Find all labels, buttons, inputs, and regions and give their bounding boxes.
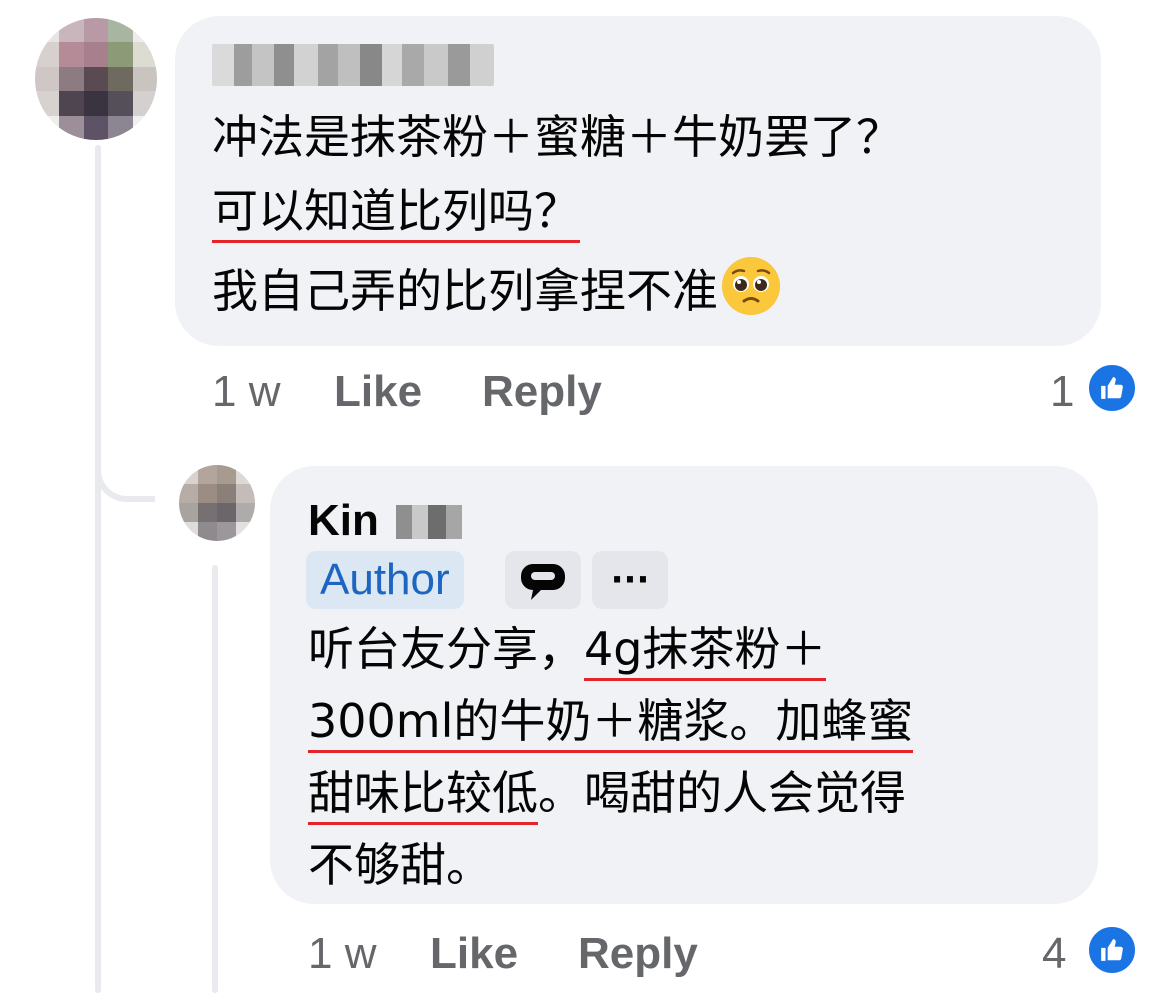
- thread-line: [95, 145, 101, 993]
- author-badge: Author: [306, 551, 464, 609]
- underlined-question: 可以知道比列吗？: [212, 184, 580, 243]
- reply-line-2: 300ml的牛奶＋糖浆。加蜂蜜: [308, 684, 914, 758]
- reply-button[interactable]: Reply: [482, 367, 602, 417]
- like-button[interactable]: Like: [430, 929, 518, 979]
- commenter-name[interactable]: [212, 44, 494, 86]
- author-surname-obscured: [396, 505, 462, 539]
- reaction-count[interactable]: 4: [1042, 929, 1066, 979]
- comment-line-3: 我自己弄的比列拿捏不准: [212, 254, 780, 328]
- comment-line-3-text: 我自己弄的比列拿捏不准: [212, 264, 718, 318]
- comment-line-1: 冲法是抹茶粉＋蜜糖＋牛奶罢了？: [212, 110, 902, 164]
- reply-line-3-text: 。喝甜的人会觉得: [538, 766, 906, 820]
- underlined-sweetness: 甜味比较低: [308, 766, 538, 825]
- pleading-face-emoji: [722, 257, 780, 315]
- reply-line-1-text: 听台友分享，: [308, 622, 584, 676]
- reply-button[interactable]: Reply: [578, 929, 698, 979]
- reply-line-3: 甜味比较低。喝甜的人会觉得: [308, 756, 906, 830]
- comment-line-2: 可以知道比列吗？: [212, 174, 580, 248]
- reply-timestamp[interactable]: 1 w: [308, 929, 376, 979]
- thumbs-up-icon[interactable]: [1086, 924, 1138, 976]
- underlined-ingredients: 300ml的牛奶＋糖浆。加蜂蜜: [308, 694, 914, 753]
- reply-line-4: 不够甜。: [308, 838, 492, 892]
- like-button[interactable]: Like: [334, 367, 422, 417]
- reply-line-1: 听台友分享，4g抹茶粉＋: [308, 612, 827, 686]
- commenter-avatar[interactable]: [35, 18, 157, 140]
- thumbs-up-icon[interactable]: [1086, 362, 1138, 414]
- reaction-count[interactable]: 1: [1050, 367, 1074, 417]
- reply-thread-line: [212, 565, 218, 993]
- chat-bubble-icon[interactable]: [505, 551, 581, 609]
- reply-author-name[interactable]: Kin: [308, 496, 379, 546]
- author-avatar[interactable]: [179, 465, 255, 541]
- thread-connector: [95, 440, 155, 502]
- underlined-ratio: 4g抹茶粉＋: [584, 622, 827, 681]
- more-options-icon[interactable]: ···: [592, 551, 668, 609]
- comment-timestamp[interactable]: 1 w: [212, 367, 280, 417]
